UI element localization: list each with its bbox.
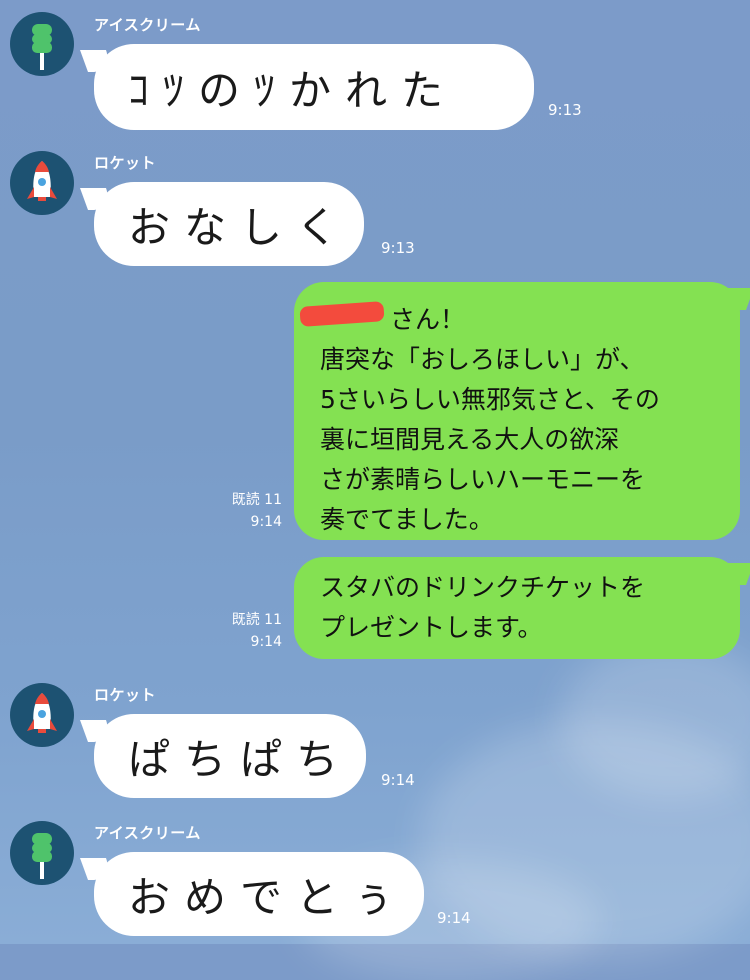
- message-bubble-outgoing[interactable]: スタバのドリンクチケットを プレゼントします。: [294, 557, 750, 659]
- sender-name: アイスクリーム: [94, 16, 201, 34]
- read-receipt: 既読 11 9:14: [222, 489, 282, 533]
- message-bubble-outgoing[interactable]: さん！ 唐突な「おしろほしい」が、 5さいらしい無邪気さと、その 裏に垣間見える…: [294, 282, 750, 540]
- avatar-ice-cream[interactable]: [10, 821, 74, 885]
- avatar-rocket[interactable]: [10, 151, 74, 215]
- message-text: おめでとぅ: [128, 872, 409, 922]
- sender-name: アイスクリーム: [94, 824, 201, 842]
- sender-name: ロケット: [94, 686, 157, 704]
- sender-name: ロケット: [94, 154, 157, 172]
- message-text: ｺﾂのﾂかれた: [128, 65, 458, 115]
- message-time: 9:14: [250, 634, 282, 650]
- ice-cream-bar-icon: [32, 24, 52, 70]
- bubble-tail: [79, 188, 115, 210]
- message-bubble[interactable]: おなしく: [79, 182, 364, 266]
- message-time: 9:13: [548, 101, 582, 119]
- avatar-ice-cream[interactable]: [10, 12, 74, 76]
- message-time: 9:14: [437, 909, 471, 927]
- ice-cream-bar-icon: [32, 833, 52, 879]
- bubble-tail: [79, 50, 115, 72]
- message-line: 唐突な「おしろほしい」が、: [320, 345, 645, 374]
- message-line: プレゼントします。: [320, 613, 543, 642]
- message-bubble[interactable]: ｺﾂのﾂかれた: [79, 44, 534, 130]
- bubble-tail: [719, 563, 750, 585]
- message-line: さが素晴らしいハーモニーを: [320, 465, 646, 494]
- read-count: 既読 11: [231, 612, 282, 628]
- message-line: スタバのドリンクチケットを: [320, 573, 646, 602]
- message-time: 9:14: [250, 514, 282, 530]
- message-time: 9:13: [381, 239, 415, 257]
- message-text: おなしく: [128, 202, 353, 252]
- message-bubble[interactable]: おめでとぅ: [79, 852, 424, 936]
- read-count: 既読 11: [231, 492, 282, 508]
- bubble-tail: [79, 858, 115, 880]
- bubble-tail: [719, 288, 750, 310]
- message-line: 裏に垣間見える大人の欲深: [320, 425, 620, 454]
- message-line: 5さいらしい無邪気さと、その: [320, 385, 660, 414]
- message-time: 9:14: [381, 771, 415, 789]
- bubble-tail: [79, 720, 115, 742]
- avatar-rocket[interactable]: [10, 683, 74, 747]
- message-text: ぱちぱち: [128, 734, 353, 784]
- message-line: 奏でてました。: [320, 505, 494, 534]
- rocket-icon: [27, 161, 57, 201]
- message-bubble[interactable]: ぱちぱち: [79, 714, 366, 798]
- rocket-icon: [27, 693, 57, 733]
- read-receipt: 既読 11 9:14: [222, 609, 282, 653]
